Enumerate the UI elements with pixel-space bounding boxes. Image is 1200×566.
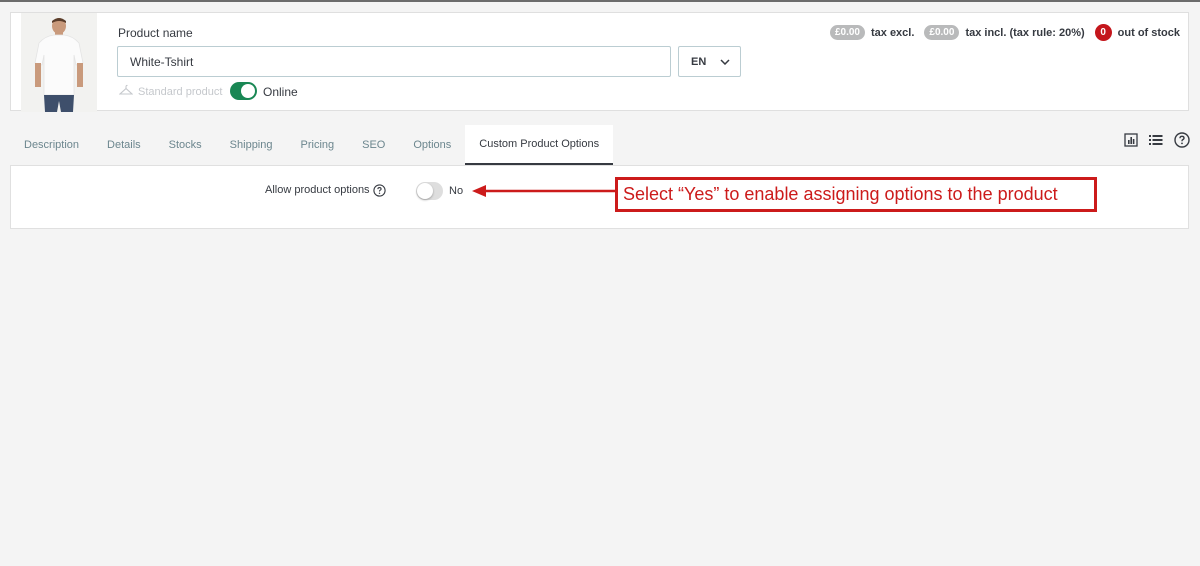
- price-summary: £0.00 tax excl. £0.00 tax incl. (tax rul…: [829, 24, 1180, 41]
- online-toggle[interactable]: [230, 82, 257, 100]
- tab-toolbar: [1124, 132, 1190, 151]
- online-label: Online: [263, 85, 298, 99]
- stats-icon[interactable]: [1124, 133, 1138, 150]
- tab-stocks[interactable]: Stocks: [155, 125, 216, 165]
- allow-options-value: No: [449, 185, 464, 197]
- tab-shipping[interactable]: Shipping: [216, 125, 287, 165]
- product-image[interactable]: [21, 13, 97, 112]
- help-icon[interactable]: [1174, 132, 1190, 151]
- price-tax-excl: £0.00: [829, 25, 865, 40]
- product-name-input[interactable]: [117, 46, 671, 77]
- list-icon[interactable]: [1149, 134, 1163, 149]
- tab-pricing[interactable]: Pricing: [287, 125, 349, 165]
- toggle-knob: [241, 84, 255, 98]
- tab-description[interactable]: Description: [10, 125, 93, 165]
- annotation-text: Select “Yes” to enable assigning options…: [623, 184, 1058, 204]
- product-tabs: Description Details Stocks Shipping Pric…: [10, 125, 614, 165]
- allow-options-toggle[interactable]: [416, 182, 443, 200]
- price-tax-incl: £0.00: [924, 25, 960, 40]
- top-border: [0, 0, 1200, 2]
- language-select[interactable]: EN: [678, 46, 741, 77]
- tax-excl-label: tax excl.: [870, 26, 915, 39]
- tab-custom-product-options[interactable]: Custom Product Options: [465, 125, 614, 165]
- product-type-label: Standard product: [138, 85, 223, 98]
- language-value: EN: [691, 55, 707, 68]
- product-type[interactable]: Standard product: [118, 84, 223, 99]
- hanger-icon: [118, 84, 134, 99]
- tab-details[interactable]: Details: [93, 125, 155, 165]
- tab-options[interactable]: Options: [399, 125, 465, 165]
- stock-label: out of stock: [1117, 26, 1180, 39]
- annotation-arrow: [470, 181, 618, 204]
- tab-seo[interactable]: SEO: [348, 125, 399, 165]
- chevron-down-icon: [720, 58, 730, 65]
- question-icon[interactable]: [373, 184, 386, 200]
- toggle-knob: [417, 183, 433, 199]
- stock-badge: 0: [1094, 24, 1112, 41]
- allow-options-label: Allow product options: [265, 184, 370, 196]
- tax-incl-label: tax incl. (tax rule: 20%): [965, 26, 1085, 39]
- product-header: Product name EN Standard product Online …: [10, 12, 1189, 112]
- annotation-callout: Select “Yes” to enable assigning options…: [615, 177, 1097, 212]
- product-name-label: Product name: [118, 26, 193, 40]
